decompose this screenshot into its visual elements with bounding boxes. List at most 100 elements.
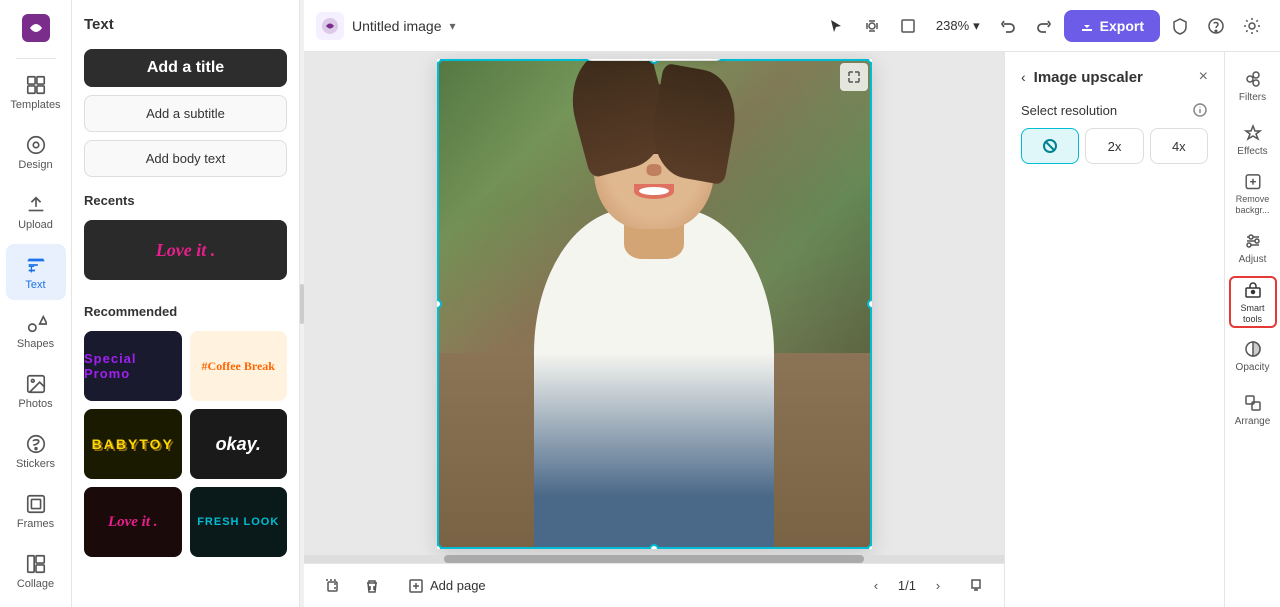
- upscaler-back-button[interactable]: ‹: [1021, 69, 1026, 85]
- sidebar-item-design[interactable]: Design: [6, 125, 66, 181]
- shield-icon-button[interactable]: [1164, 10, 1196, 42]
- arrange-label: Arrange: [1235, 416, 1271, 427]
- text-panel: Text Add a title Add a subtitle Add body…: [72, 0, 300, 607]
- rec-babytoy[interactable]: BABYTOY: [84, 409, 182, 479]
- delete-page-button[interactable]: [356, 570, 388, 602]
- upscaler-title: Image upscaler: [1034, 69, 1191, 86]
- recents-label: Recents: [84, 193, 287, 208]
- help-icon-button[interactable]: [1200, 10, 1232, 42]
- zoom-level: 238%: [936, 18, 969, 33]
- opacity-button[interactable]: Opacity: [1229, 330, 1277, 382]
- effects-icon: [1243, 123, 1263, 143]
- upscaler-close-button[interactable]: ×: [1199, 68, 1208, 86]
- smart-tools-icon: [1243, 280, 1263, 300]
- design-icon: [25, 134, 47, 156]
- sidebar-item-text[interactable]: T Text: [6, 244, 66, 300]
- rec-fresh-look[interactable]: FRESH LOOK: [190, 487, 288, 557]
- sidebar-item-shapes[interactable]: Shapes: [6, 304, 66, 360]
- canvas-expand-icon[interactable]: [840, 63, 868, 91]
- add-subtitle-button[interactable]: Add a subtitle: [84, 95, 287, 132]
- arrange-button[interactable]: Arrange: [1229, 384, 1277, 436]
- rec-coffee-break[interactable]: #Coffee Break: [190, 331, 288, 401]
- stickers-icon: [25, 433, 47, 455]
- upscaler-section-title: Select resolution: [1021, 102, 1208, 118]
- rec-love-it-2[interactable]: Love it .: [84, 487, 182, 557]
- export-button[interactable]: Export: [1064, 10, 1160, 42]
- topbar-left: Untitled image ▾: [316, 12, 456, 40]
- pan-tool-button[interactable]: [856, 10, 888, 42]
- adjust-icon: [1243, 231, 1263, 251]
- canvas-horizontal-scrollbar[interactable]: [304, 555, 1004, 563]
- okay-text: okay.: [216, 434, 261, 455]
- topbar-brand-icon: [316, 12, 344, 40]
- right-icon-strip: Filters Effects Remove backgr... Adjust …: [1224, 52, 1280, 607]
- canvas-image[interactable]: ↻: [437, 59, 872, 549]
- rec-special-promo[interactable]: Special Promo: [84, 331, 182, 401]
- no-upscale-icon: [1042, 138, 1058, 154]
- bottom-toolbar: Add page ‹ 1/1 ›: [304, 563, 1004, 607]
- resolution-no-upscale-button[interactable]: [1021, 128, 1079, 164]
- sidebar-item-upload[interactable]: Upload: [6, 184, 66, 240]
- undo-button[interactable]: [992, 10, 1024, 42]
- sidebar-item-upload-label: Upload: [18, 219, 53, 231]
- topbar-chevron-icon[interactable]: ▾: [450, 19, 456, 33]
- opacity-icon: [1243, 339, 1263, 359]
- babytoy-text: BABYTOY: [92, 436, 174, 452]
- sidebar-item-templates[interactable]: Templates: [6, 65, 66, 121]
- frame-tool-button[interactable]: [892, 10, 924, 42]
- adjust-button[interactable]: Adjust: [1229, 222, 1277, 274]
- redo-button[interactable]: [1028, 10, 1060, 42]
- topbar: Untitled image ▾ 238% ▾: [304, 0, 1280, 52]
- info-icon: [1192, 102, 1208, 118]
- effects-label: Effects: [1237, 146, 1267, 157]
- rec-okay[interactable]: okay.: [190, 409, 288, 479]
- sidebar-item-stickers[interactable]: Stickers: [6, 424, 66, 480]
- upscaler-header: ‹ Image upscaler ×: [1021, 68, 1208, 86]
- add-body-button[interactable]: Add body text: [84, 140, 287, 177]
- sidebar-item-collage[interactable]: Collage: [6, 543, 66, 599]
- scrollbar-thumb[interactable]: [444, 555, 864, 563]
- effects-button[interactable]: Effects: [1229, 114, 1277, 166]
- love-it-text: Love it .: [156, 240, 215, 261]
- canvas-frame[interactable]: ↻: [437, 59, 872, 549]
- upload-icon: [25, 194, 47, 216]
- smart-tools-button[interactable]: Smart tools: [1229, 276, 1277, 328]
- app-logo[interactable]: [6, 8, 66, 48]
- page-nav: ‹ 1/1 ›: [862, 570, 992, 602]
- canvas-area: Page 1: [304, 52, 1004, 607]
- sidebar-item-text-label: Text: [25, 279, 45, 291]
- add-title-button[interactable]: Add a title: [84, 49, 287, 87]
- recents-love-it[interactable]: Love it .: [84, 220, 287, 280]
- add-page-button[interactable]: Add page: [396, 572, 498, 600]
- settings-icon-button[interactable]: [1236, 10, 1268, 42]
- left-icon-sidebar: Templates Design Upload T Text Shapes Ph…: [0, 0, 72, 607]
- recommended-grid: Special Promo #Coffee Break BABYTOY okay…: [84, 331, 287, 557]
- remove-bg-button[interactable]: Remove backgr...: [1229, 168, 1277, 220]
- select-tool-button[interactable]: [820, 10, 852, 42]
- resolution-2x-button[interactable]: 2x: [1085, 128, 1143, 164]
- special-promo-text: Special Promo: [84, 351, 182, 381]
- sidebar-item-photos[interactable]: Photos: [6, 364, 66, 420]
- shapes-icon: [25, 313, 47, 335]
- zoom-control[interactable]: 238% ▾: [928, 14, 988, 38]
- resolution-buttons: 2x 4x: [1021, 128, 1208, 164]
- remove-bg-icon: [1243, 172, 1263, 191]
- copy-page-button[interactable]: [316, 570, 348, 602]
- next-page-button[interactable]: ›: [924, 572, 952, 600]
- sidebar-item-stickers-label: Stickers: [16, 458, 55, 470]
- topbar-doc-name[interactable]: Untitled image: [352, 18, 442, 34]
- filters-button[interactable]: Filters: [1229, 60, 1277, 112]
- text-icon: T: [25, 254, 47, 276]
- canvas-workspace[interactable]: Page 1: [304, 52, 1004, 555]
- arrange-icon: [1243, 393, 1263, 413]
- present-button[interactable]: [960, 570, 992, 602]
- sidebar-item-templates-label: Templates: [10, 99, 60, 111]
- resolution-4x-button[interactable]: 4x: [1150, 128, 1208, 164]
- opacity-label: Opacity: [1236, 362, 1270, 373]
- sidebar-item-photos-label: Photos: [18, 398, 52, 410]
- prev-page-button[interactable]: ‹: [862, 572, 890, 600]
- smart-tools-label: Smart tools: [1231, 303, 1275, 325]
- adjust-label: Adjust: [1239, 254, 1267, 265]
- topbar-tools: 238% ▾ Export: [820, 10, 1268, 42]
- sidebar-item-frames[interactable]: Frames: [6, 483, 66, 539]
